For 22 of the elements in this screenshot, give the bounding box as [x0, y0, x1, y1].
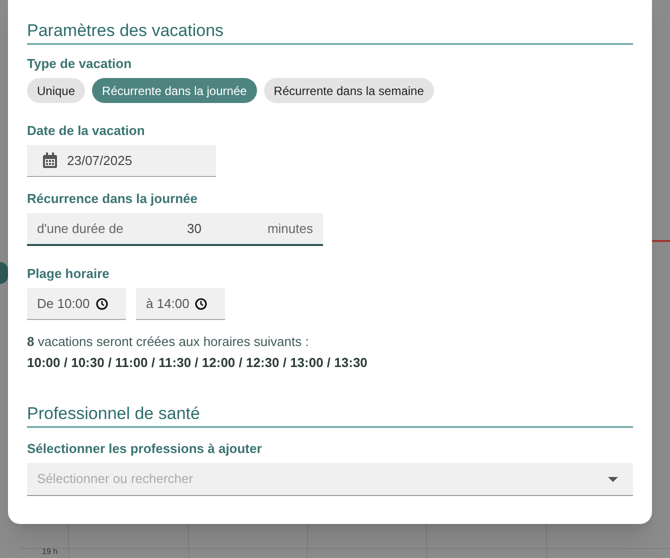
clock-icon — [96, 298, 108, 310]
field-label: Plage horaire — [27, 265, 110, 283]
current-time-line — [652, 240, 670, 242]
field-label: Type de vacation — [27, 55, 133, 73]
field-label: Récurrence dans la journée — [27, 190, 199, 208]
date-field[interactable]: 23/07/2025 — [27, 145, 216, 177]
duration-field[interactable]: d'une durée de 30 minutes — [27, 213, 323, 246]
section-title: Professionnel de santé — [27, 403, 201, 425]
type-option[interactable]: Récurrente dans la journée — [92, 78, 257, 103]
start-time-field[interactable]: De 10:00 — [27, 288, 126, 320]
section-title: Paramètres des vacations — [27, 20, 225, 42]
summary-text: 8 vacations seront créées aux horaires suivants : — [27, 333, 310, 351]
time-slots-text: 10:00 / 10:30 / 11:00 / 11:30 / 12:00 / 12:30 / 13:00 / 13:30 — [27, 354, 368, 372]
calendar-icon — [42, 152, 58, 169]
field-label: Date de la vacation — [27, 122, 146, 140]
type-option[interactable]: Unique — [27, 78, 86, 103]
end-time-field[interactable]: à 14:00 — [136, 288, 225, 320]
hour-label: 19 h — [42, 546, 58, 558]
clock-icon — [195, 298, 208, 310]
field-label: Sélectionner les professions à ajouter — [27, 440, 263, 458]
type-option[interactable]: Récurrente dans la semaine — [264, 78, 434, 103]
dropdown-caret-icon — [608, 476, 618, 482]
